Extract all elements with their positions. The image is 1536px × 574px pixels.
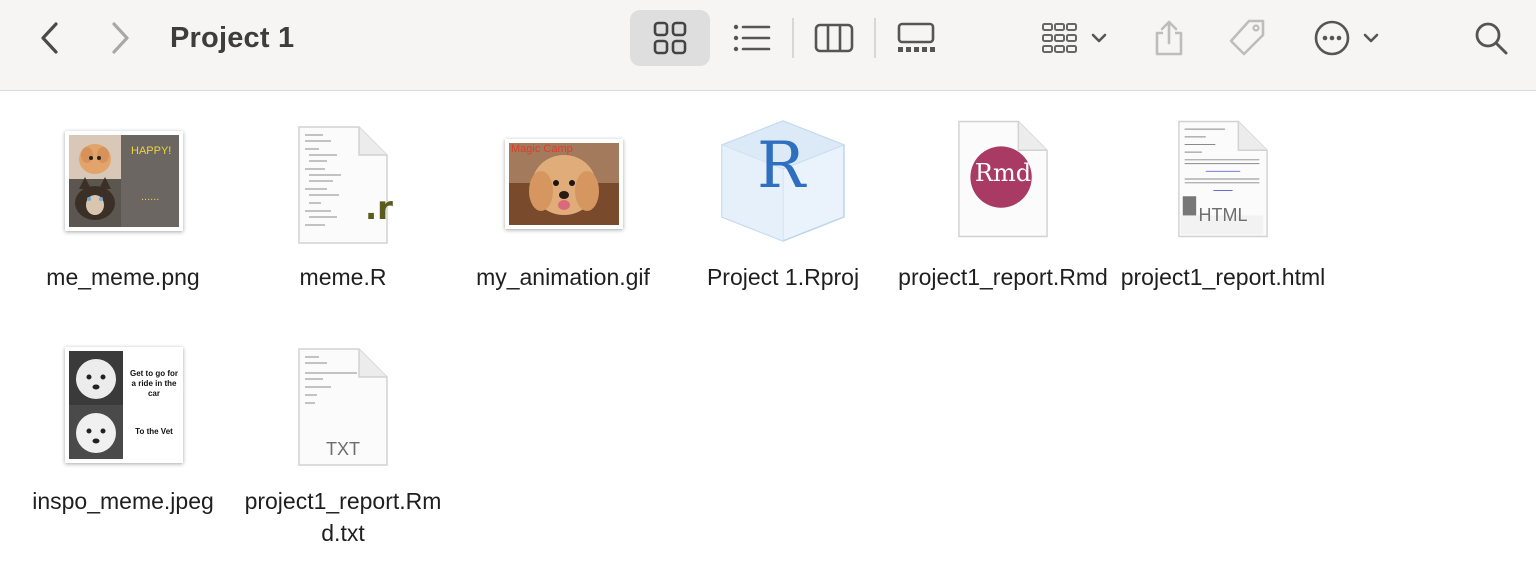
- txt-badge-label: TXT: [326, 439, 360, 459]
- tag-icon: [1229, 19, 1265, 56]
- column-view-button[interactable]: [794, 10, 874, 66]
- file-item[interactable]: .r meme.R: [233, 113, 453, 293]
- file-thumbnail: R: [673, 113, 893, 253]
- thumb-caption-dots: ......: [141, 191, 160, 203]
- file-thumbnail: HTML: [1113, 113, 1333, 253]
- file-grid: HAPPY! ...... me_meme.png .r meme.R Magi…: [0, 91, 1536, 574]
- file-item[interactable]: TXT project1_report.Rmd.txt: [233, 337, 453, 549]
- file-item[interactable]: Magic Camp my_animation.gif: [453, 113, 673, 293]
- file-type-badge: .r: [365, 189, 393, 227]
- forward-button[interactable]: [98, 10, 142, 66]
- chevron-right-icon: [112, 22, 129, 54]
- image-thumbnail: Magic Camp: [505, 139, 623, 229]
- column-view-icon: [814, 23, 854, 53]
- file-name: project1_report.html: [1120, 264, 1326, 290]
- thumb-caption-car: Get to go for a ride in the car: [130, 369, 178, 398]
- toolbar: Project 1: [0, 0, 1536, 91]
- file-name: my_animation.gif: [476, 264, 650, 290]
- share-button[interactable]: [1146, 10, 1192, 66]
- gallery-view-button[interactable]: [876, 10, 956, 66]
- file-item[interactable]: Get to go for a ride in the car To the V…: [13, 337, 233, 517]
- document-icon: [298, 126, 388, 244]
- chevron-down-icon: [1091, 33, 1107, 43]
- gallery-view-icon: [897, 22, 935, 52]
- file-name: meme.R: [299, 264, 387, 290]
- thumb-caption-vet: To the Vet: [135, 427, 173, 436]
- file-thumbnail: HAPPY! ......: [13, 113, 233, 253]
- search-icon: [1475, 22, 1508, 55]
- file-name: Project 1.Rproj: [706, 264, 860, 290]
- list-view-icon: [733, 24, 771, 52]
- file-thumbnail: Rmd: [893, 113, 1113, 253]
- more-actions-button[interactable]: [1306, 10, 1386, 66]
- list-view-button[interactable]: [712, 10, 792, 66]
- file-name: me_meme.png: [46, 264, 200, 290]
- image-thumbnail: Get to go for a ride in the car To the V…: [65, 347, 183, 463]
- ellipsis-circle-icon: [1314, 20, 1379, 56]
- file-thumbnail: .r: [233, 113, 453, 253]
- file-name: inspo_meme.jpeg: [32, 488, 214, 514]
- icon-view-button[interactable]: [630, 10, 710, 66]
- file-thumbnail: TXT: [233, 337, 453, 477]
- file-thumbnail: Get to go for a ride in the car To the V…: [13, 337, 233, 477]
- file-item[interactable]: HTML project1_report.html: [1113, 113, 1333, 293]
- file-name: project1_report.Rmd.txt: [244, 488, 442, 546]
- file-item[interactable]: Rmd project1_report.Rmd: [893, 113, 1113, 293]
- finder-window: Project 1 HAPPY! ...... me_meme.png .r m…: [0, 0, 1536, 574]
- thumb-caption-happy: HAPPY!: [131, 145, 172, 157]
- file-name: project1_report.Rmd: [898, 264, 1108, 290]
- back-button[interactable]: [28, 10, 72, 66]
- image-thumbnail: HAPPY! ......: [65, 131, 183, 231]
- share-icon: [1155, 20, 1183, 56]
- search-button[interactable]: [1468, 10, 1514, 66]
- file-thumbnail: Magic Camp: [453, 113, 673, 253]
- thumb-caption-magic-camp: Magic Camp: [511, 143, 573, 155]
- chevron-down-icon: [1363, 33, 1379, 43]
- group-grid-icon: [1042, 23, 1107, 53]
- group-button[interactable]: [1034, 10, 1114, 66]
- file-item[interactable]: R Project 1.Rproj: [673, 113, 893, 293]
- icon-view-icon: [653, 21, 687, 55]
- rproj-letter: R: [757, 129, 806, 203]
- file-item[interactable]: HAPPY! ...... me_meme.png: [13, 113, 233, 293]
- chevron-left-icon: [41, 22, 58, 54]
- window-title: Project 1: [170, 22, 295, 54]
- html-badge-label: HTML: [1198, 205, 1248, 225]
- rmd-badge-label: Rmd: [974, 159, 1032, 187]
- tag-button[interactable]: [1224, 10, 1270, 66]
